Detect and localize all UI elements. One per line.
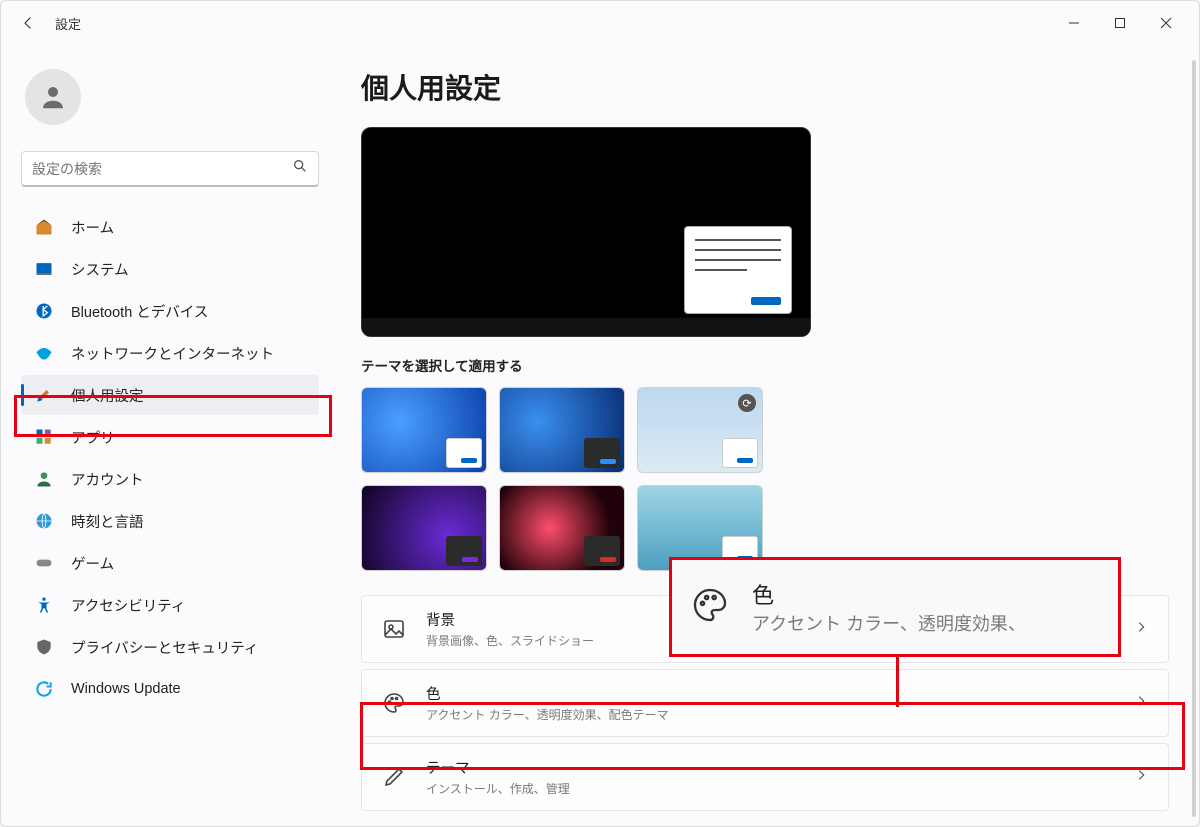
sidebar-item-label: ホーム [71,217,114,238]
home-icon [33,216,55,238]
content-area: 個人用設定 テーマを選択して適用する ⟳ [331,45,1199,826]
wifi-icon [33,342,55,364]
sync-badge-icon: ⟳ [738,394,756,412]
sidebar-item-apps[interactable]: アプリ [21,417,319,457]
back-button[interactable] [11,6,45,40]
sidebar-item-label: プライバシーとセキュリティ [71,637,258,658]
picture-icon [382,617,406,641]
sidebar-item-label: 個人用設定 [71,385,144,406]
avatar [25,69,81,125]
sidebar-item-label: ゲーム [71,553,114,574]
accessibility-icon [33,594,55,616]
search-box[interactable] [21,151,319,187]
sidebar-item-bluetooth[interactable]: Bluetooth とデバイス [21,291,319,331]
desktop-preview[interactable] [361,127,811,337]
sidebar-item-label: アプリ [71,427,115,448]
titlebar: 設定 [1,1,1199,45]
maximize-button[interactable] [1097,7,1143,39]
theme-option-5[interactable] [499,485,625,571]
sidebar-item-gaming[interactable]: ゲーム [21,543,319,583]
chevron-right-icon [1134,694,1148,713]
theme-section-label: テーマを選択して適用する [361,355,1169,375]
sidebar-item-accessibility[interactable]: アクセシビリティ [21,585,319,625]
page-title: 個人用設定 [361,67,1169,107]
sidebar-item-accounts[interactable]: アカウント [21,459,319,499]
sidebar-item-time-language[interactable]: 時刻と言語 [21,501,319,541]
sidebar-item-label: アクセシビリティ [71,595,185,616]
setting-subtitle: インストール、作成、管理 [426,780,1114,797]
sidebar-item-label: アカウント [71,469,144,490]
annotation-callout-colors: 色アクセント カラー、透明度効果、 [669,557,1121,657]
search-icon [292,158,308,179]
account-block[interactable] [21,55,319,147]
account-name [93,77,311,117]
annotation-connector [896,655,899,707]
sidebar-item-label: 時刻と言語 [71,511,144,532]
sidebar-item-network[interactable]: ネットワークとインターネット [21,333,319,373]
palette-icon [690,585,730,630]
setting-title: テーマ [426,757,1114,778]
theme-option-1[interactable] [361,387,487,473]
setting-subtitle: アクセント カラー、透明度効果、配色テーマ [426,706,1114,723]
sidebar-item-home[interactable]: ホーム [21,207,319,247]
brush-icon [33,384,55,406]
theme-grid: ⟳ [361,387,1169,571]
update-icon [33,678,55,700]
sidebar-item-windows-update[interactable]: Windows Update [21,669,319,709]
theme-option-3[interactable]: ⟳ [637,387,763,473]
minimize-button[interactable] [1051,7,1097,39]
sidebar-item-label: ネットワークとインターネット [71,343,274,364]
theme-option-2[interactable] [499,387,625,473]
scrollbar[interactable] [1192,60,1196,817]
callout-title: 色 [752,578,1026,610]
sidebar-item-personalization[interactable]: 個人用設定 [21,375,319,415]
setting-card-colors[interactable]: 色アクセント カラー、透明度効果、配色テーマ [361,669,1169,737]
sidebar: ホーム システム Bluetooth とデバイス ネットワークとインターネット … [1,45,331,826]
sidebar-item-system[interactable]: システム [21,249,319,289]
globe-icon [33,510,55,532]
shield-icon [33,636,55,658]
sidebar-item-label: Windows Update [71,681,181,697]
window-title: 設定 [55,14,81,33]
gamepad-icon [33,552,55,574]
theme-option-4[interactable] [361,485,487,571]
bluetooth-icon [33,300,55,322]
brush-icon [382,765,406,789]
sidebar-item-label: Bluetooth とデバイス [71,301,208,322]
preview-window-mock [684,226,792,314]
apps-icon [33,426,55,448]
setting-title: 色 [426,683,1114,704]
search-input[interactable] [32,161,292,177]
sidebar-item-privacy[interactable]: プライバシーとセキュリティ [21,627,319,667]
system-icon [33,258,55,280]
setting-card-themes[interactable]: テーマインストール、作成、管理 [361,743,1169,811]
sidebar-item-label: システム [71,259,129,280]
chevron-right-icon [1134,620,1148,639]
chevron-right-icon [1134,768,1148,787]
account-icon [33,468,55,490]
close-button[interactable] [1143,7,1189,39]
palette-icon [382,691,406,715]
callout-subtitle: アクセント カラー、透明度効果、 [752,610,1026,636]
